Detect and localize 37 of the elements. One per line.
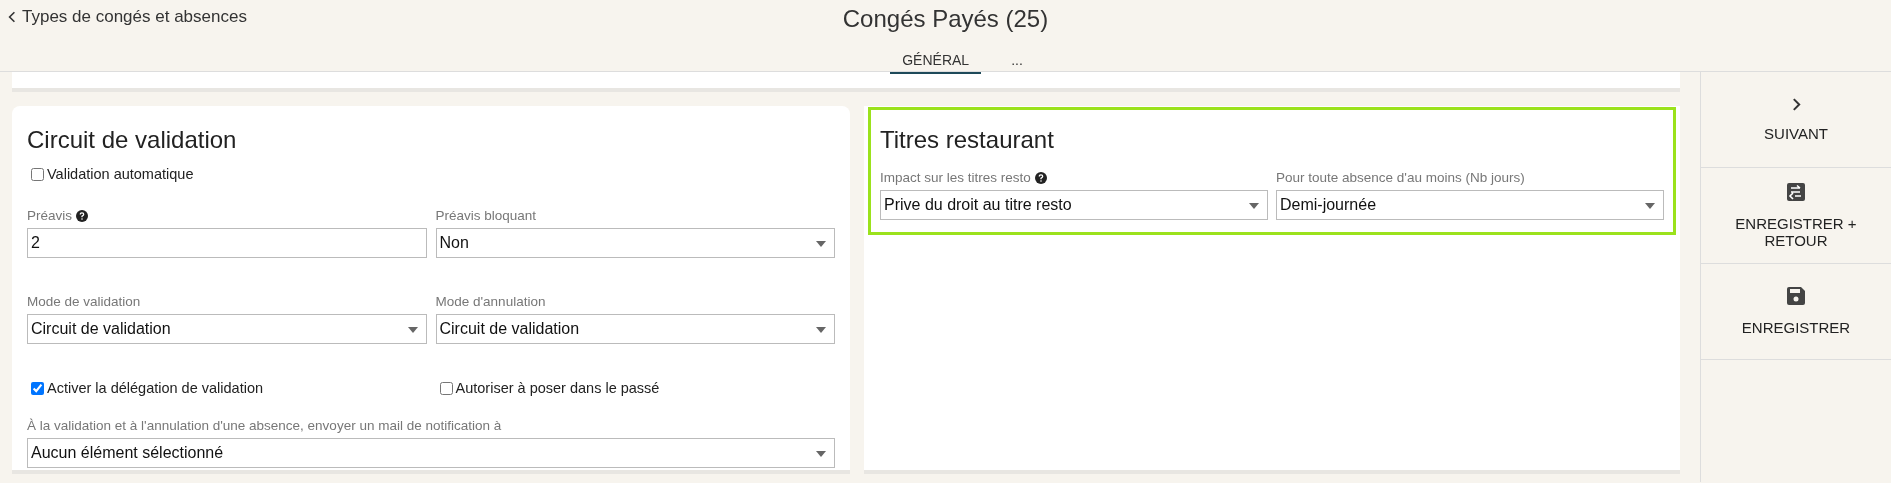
checkbox[interactable] (439, 381, 453, 395)
select-field[interactable]: Circuit de validation (435, 314, 835, 344)
select-field[interactable]: Non (435, 228, 835, 258)
input-field[interactable]: 2 (27, 228, 427, 258)
field-label: Préavis bloquant (435, 208, 537, 223)
chevron-right-icon (1791, 97, 1801, 111)
select-field[interactable]: Prive du droit au titre resto (880, 190, 1268, 220)
checkbox-label: Validation automatique (47, 166, 194, 182)
select-field[interactable]: Demi-journée (1276, 190, 1664, 220)
chevron-left-icon (8, 11, 16, 23)
caret-icon (407, 327, 418, 333)
page-title: Congés Payés (25) (842, 4, 1049, 33)
checkbox-label: Activer la délégation de validation (47, 380, 264, 396)
help-icon (1034, 171, 1047, 184)
caret-icon (816, 241, 826, 247)
checkbox-label: Autoriser à poser dans le passé (455, 380, 660, 396)
select-field[interactable]: Aucun élément sélectionné (27, 438, 835, 468)
caret-icon (816, 451, 826, 457)
checkbox[interactable] (31, 167, 44, 181)
field-label: Préavis (27, 208, 72, 223)
caret-icon (1249, 203, 1259, 209)
help-icon (76, 209, 88, 222)
field-label: Mode de validation (27, 294, 141, 309)
field-label: À la validation et à l'annulation d'une absence, envoyer un mail de notification à (27, 418, 502, 433)
field-label: Impact sur les titres resto (880, 170, 1031, 185)
field-label: Pour toute absence d'au moins (Nb jours) (1276, 170, 1525, 185)
checkbox[interactable] (31, 381, 44, 395)
select-field[interactable]: Circuit de validation (27, 314, 427, 344)
caret-icon (816, 327, 826, 333)
back-link[interactable]: Types de congés et absences (8, 7, 247, 27)
caret-icon (1645, 203, 1655, 209)
save-back-icon (1787, 182, 1805, 201)
section-title: Circuit de validation (27, 125, 238, 154)
tab[interactable]: ... (999, 50, 1035, 74)
save-icon (1787, 287, 1805, 305)
field-label: Mode d'annulation (435, 294, 546, 309)
section-title: Titres restaurant (880, 126, 1055, 154)
